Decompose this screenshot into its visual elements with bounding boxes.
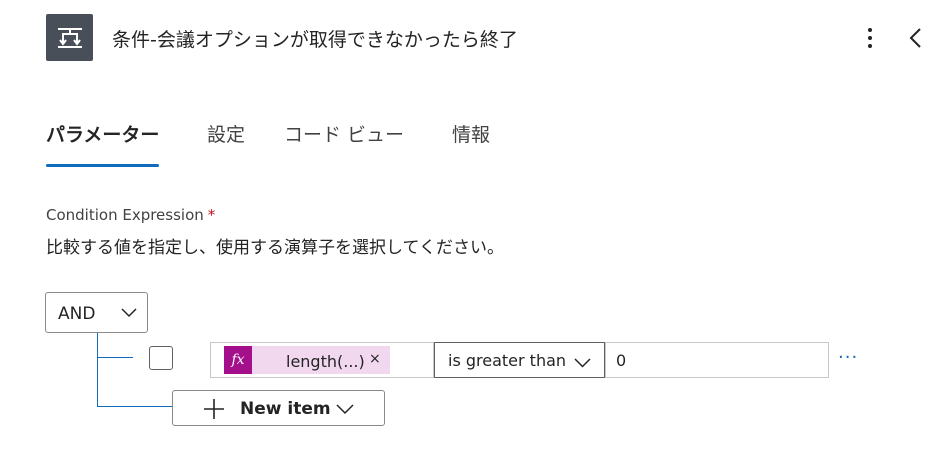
new-item-label: New item: [240, 399, 331, 419]
page-title: 条件-会議オプションが取得できなかったら終了: [112, 29, 518, 51]
chevron-down-icon: [574, 358, 591, 368]
required-mark: *: [207, 206, 216, 224]
chevron-left-icon[interactable]: [905, 24, 927, 52]
tab-parameters[interactable]: パラメーター: [46, 120, 160, 170]
row-more-options-icon[interactable]: ···: [838, 347, 858, 368]
right-operand-input[interactable]: [606, 343, 828, 377]
new-item-button[interactable]: New item: [172, 390, 385, 426]
remove-token-icon[interactable]: ×: [369, 351, 381, 367]
condition-description: 比較する値を指定し、使用する演算子を選択してください。: [46, 238, 504, 258]
chevron-down-icon: [336, 404, 354, 415]
tab-info[interactable]: 情報: [452, 120, 490, 170]
header-bar: 条件-会議オプションが取得できなかったら終了: [0, 0, 937, 80]
condition-label-text: Condition Expression: [46, 206, 204, 224]
group-operator-value: AND: [58, 304, 96, 324]
tree-branch: [97, 357, 133, 358]
right-operand-field[interactable]: [605, 342, 829, 378]
fx-icon: fx: [224, 346, 252, 374]
left-operand-field[interactable]: fx length(...) ×: [210, 342, 434, 378]
operator-dropdown[interactable]: is greater than: [434, 342, 605, 378]
tab-code-view[interactable]: コード ビュー: [284, 120, 404, 170]
more-vertical-icon[interactable]: [860, 24, 880, 52]
condition-icon: [46, 14, 93, 61]
group-operator-dropdown[interactable]: AND: [45, 292, 148, 333]
expression-token[interactable]: fx length(...) ×: [224, 346, 390, 374]
condition-expression-label: Condition Expression *: [46, 206, 215, 224]
chevron-down-icon: [121, 308, 137, 318]
row-select-checkbox[interactable]: [149, 346, 173, 370]
expression-token-label: length(...): [286, 352, 365, 371]
operator-value: is greater than: [448, 351, 567, 370]
tab-settings[interactable]: 設定: [207, 120, 245, 170]
tree-connector: [97, 333, 98, 406]
plus-icon: [204, 399, 224, 419]
tree-branch: [97, 406, 173, 407]
